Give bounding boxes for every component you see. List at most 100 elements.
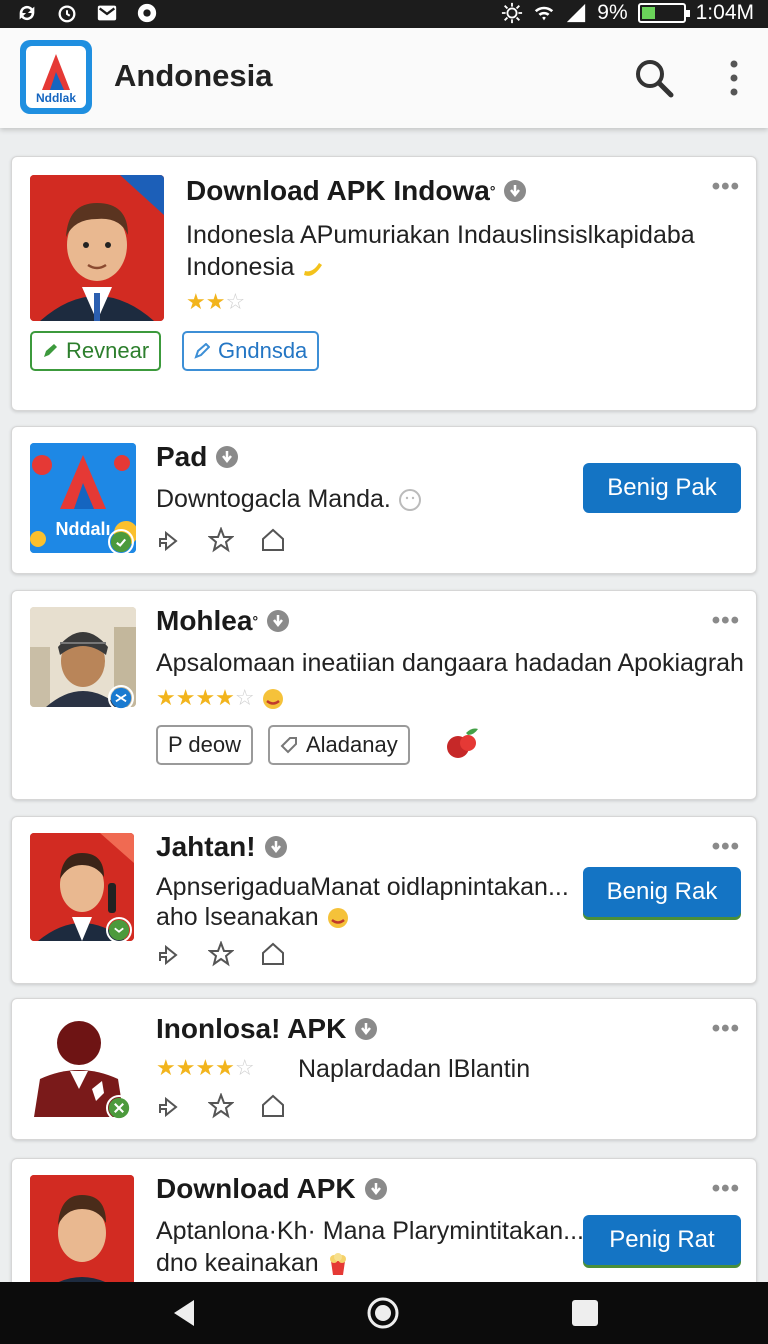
smile-emoji-icon: [262, 689, 283, 710]
verified-pin-icon: [364, 1178, 387, 1200]
app-description-line2-text: aho lseanakan: [156, 903, 319, 931]
app-description-line2-text: Indonesia: [186, 253, 295, 281]
app-name-text: Mohlea: [156, 605, 253, 636]
share-icon[interactable]: [156, 527, 182, 553]
chip-pdeow[interactable]: P deow: [156, 725, 253, 765]
app-name-text: Inonlosa! APK: [156, 1013, 347, 1044]
app-thumbnail: [30, 1175, 134, 1282]
rating-stars: ★★★★☆: [156, 685, 285, 711]
back-icon[interactable]: [170, 1298, 198, 1328]
install-button[interactable]: Benig Rak: [583, 867, 741, 917]
battery-icon: [637, 3, 690, 23]
popcorn-emoji-icon: [329, 1253, 346, 1276]
app-name[interactable]: Inonlosa! APK: [156, 1013, 378, 1045]
tag-icon: [280, 737, 297, 754]
chip-revnear[interactable]: Revnear: [30, 331, 162, 371]
star-icon[interactable]: [208, 941, 234, 967]
share-icon[interactable]: [156, 1093, 182, 1119]
star-icon[interactable]: [208, 527, 234, 553]
verified-pin-icon: [267, 610, 290, 632]
thumbnail-text: Nddalı: [55, 519, 110, 539]
app-description-text: Downtogacla Manda.: [156, 485, 391, 513]
app-name[interactable]: Download APK Indowa °: [186, 175, 527, 207]
app-bar: Nddlak Andonesia: [0, 28, 768, 128]
verified-pin-icon: [355, 1018, 378, 1040]
banana-emoji-icon: [304, 263, 323, 277]
chip-label: Gndnsda: [218, 338, 308, 363]
list-item[interactable]: Download APK Indowa ° ••• Indonesla APumu…: [11, 156, 757, 411]
name-mark: °: [489, 183, 496, 199]
chip-label: Revnear: [66, 338, 150, 363]
list-item[interactable]: Nddalı Pad Downtogacla Manda. Benig Pak: [11, 426, 757, 574]
star-icon[interactable]: [208, 1093, 234, 1119]
home-button-icon[interactable]: [366, 1296, 400, 1330]
alarm-icon: [58, 5, 76, 23]
status-bar: 9% 1:04M: [0, 0, 768, 28]
rating-stars: ★★★★☆: [156, 1055, 255, 1080]
app-name[interactable]: Pad: [156, 441, 239, 473]
shuffle-badge-icon: [108, 685, 134, 711]
app-description-line2-text: dno keainakan: [156, 1249, 319, 1277]
install-button[interactable]: Benig Pak: [583, 463, 741, 513]
more-options-icon[interactable]: •••: [712, 607, 740, 635]
close-badge-icon: [106, 1095, 132, 1121]
overflow-menu-icon[interactable]: [722, 56, 746, 100]
app-logo[interactable]: Nddlak: [20, 40, 92, 114]
verified-pin-icon: [264, 836, 287, 858]
chip-gndnsda[interactable]: Gndnsda: [182, 331, 320, 371]
install-button[interactable]: Penig Rat: [583, 1215, 741, 1265]
list-item[interactable]: Mohlea ° ••• Apsalomaan ineatiian dangaar…: [11, 590, 757, 800]
installed-badge-icon: [106, 917, 132, 943]
fruit-emoji-icon: [447, 728, 478, 758]
chip-label: Aladanay: [306, 732, 398, 757]
app-name[interactable]: Mohlea °: [156, 605, 290, 637]
app-description: Downtogacla Manda.: [156, 483, 422, 515]
smile-emoji-icon: [327, 908, 348, 929]
app-description-line1: Indonesla APumuriakan Indauslinsislkapid…: [186, 221, 695, 249]
more-options-icon[interactable]: •••: [712, 833, 740, 861]
signal-icon: [567, 3, 586, 23]
pencil-icon: [44, 344, 57, 357]
app-description-line2: dno keainakan: [156, 1247, 350, 1279]
app-logo-graphic: Nddlak: [26, 46, 86, 108]
verified-pin-icon: [216, 446, 239, 468]
installed-badge-icon: [108, 529, 134, 555]
list-item[interactable]: Jahtan! ••• ApnserigaduaManat oidlapnint…: [11, 816, 757, 984]
app-name-text: Pad: [156, 441, 208, 472]
app-description-line2: aho lseanakan: [156, 901, 350, 933]
chip-label: P deow: [168, 732, 241, 757]
more-options-icon[interactable]: •••: [712, 1175, 740, 1203]
app-list: Download APK Indowa ° ••• Indonesla APumu…: [0, 128, 768, 1282]
app-name[interactable]: Download APK: [156, 1173, 388, 1205]
navigation-bar: [0, 1282, 768, 1344]
app-name-text: Download APK: [156, 1173, 356, 1204]
app-description-line1: Aptanlona·Kh· Mana Plarymintitakan...: [156, 1217, 584, 1245]
clock: 1:04M: [695, 1, 754, 24]
item-actions: [156, 941, 286, 967]
more-options-icon[interactable]: •••: [712, 173, 740, 201]
app-description-line1: ApnserigaduaManat oidlapnintakan...: [156, 873, 569, 901]
home-icon[interactable]: [260, 527, 286, 553]
list-item[interactable]: Download APK ••• Aptanlona·Kh· Mana Plar…: [11, 1158, 757, 1282]
pencil-icon: [194, 343, 210, 359]
chip-aladanay[interactable]: Aladanay: [268, 725, 410, 765]
more-options-icon[interactable]: •••: [712, 1015, 740, 1043]
recents-icon[interactable]: [570, 1298, 600, 1328]
name-mark: °: [252, 613, 259, 629]
app-logo-text: Nddlak: [36, 91, 76, 105]
app-description-line2: Indonesia: [186, 251, 325, 283]
home-icon[interactable]: [260, 1093, 286, 1119]
app-name-text: Jahtan!: [156, 831, 256, 862]
page-title: Andonesia: [114, 58, 273, 93]
battery-percent: 9%: [597, 1, 628, 24]
home-icon[interactable]: [260, 941, 286, 967]
app-name[interactable]: Jahtan!: [156, 831, 288, 863]
app-name-text: Download APK Indowa: [186, 175, 490, 206]
wifi-icon: [535, 6, 554, 21]
verified-pin-icon: [504, 180, 527, 202]
sync-icon: [19, 5, 35, 21]
share-icon[interactable]: [156, 941, 182, 967]
brightness-icon: [502, 2, 523, 24]
list-item[interactable]: Inonlosa! APK ••• ★★★★☆ Naplardadan lBla…: [11, 998, 757, 1140]
search-icon[interactable]: [632, 56, 676, 100]
